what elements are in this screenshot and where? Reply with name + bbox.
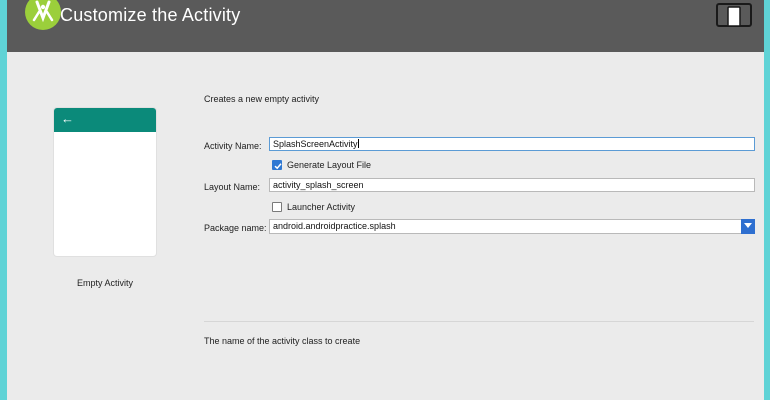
help-text: The name of the activity class to create [204, 336, 361, 346]
package-name-value: android.androidpractice.splash [273, 221, 396, 231]
activity-name-label: Activity Name: [204, 141, 262, 151]
generate-layout-label[interactable]: Generate Layout File [287, 160, 371, 170]
launcher-activity-checkbox[interactable] [272, 202, 282, 212]
launcher-activity-label[interactable]: Launcher Activity [287, 202, 355, 212]
generate-layout-checkbox[interactable] [272, 160, 282, 170]
android-studio-logo-icon [25, 0, 61, 30]
divider [204, 321, 754, 322]
window-frame-left [0, 0, 7, 400]
layout-name-label: Layout Name: [204, 182, 261, 192]
package-name-label: Package name: [204, 223, 267, 233]
preview-app-bar: ← [54, 108, 156, 132]
package-name-select[interactable]: android.androidpractice.splash [269, 219, 755, 234]
dropdown-button[interactable] [741, 219, 755, 234]
text-cursor [357, 139, 359, 148]
chevron-down-icon [744, 223, 752, 228]
activity-name-input[interactable]: SplashScreenActivity [269, 137, 755, 151]
device-preview-icon [716, 3, 752, 29]
preview-label: Empty Activity [76, 278, 133, 288]
page-title: Customize the Activity [60, 5, 241, 25]
template-description: Creates a new empty activity [204, 94, 320, 104]
dialog-content: ← Empty Activity Creates a new empty act… [7, 52, 764, 400]
checkmark-icon [274, 163, 282, 170]
layout-name-input[interactable]: activity_splash_screen [269, 178, 755, 192]
activity-preview-card: ← [54, 108, 156, 256]
activity-name-value: SplashScreenActivity [273, 139, 358, 149]
window-frame-right [764, 0, 770, 400]
back-arrow-icon: ← [61, 111, 74, 126]
header-bar: Customize the Activity [7, 0, 764, 52]
